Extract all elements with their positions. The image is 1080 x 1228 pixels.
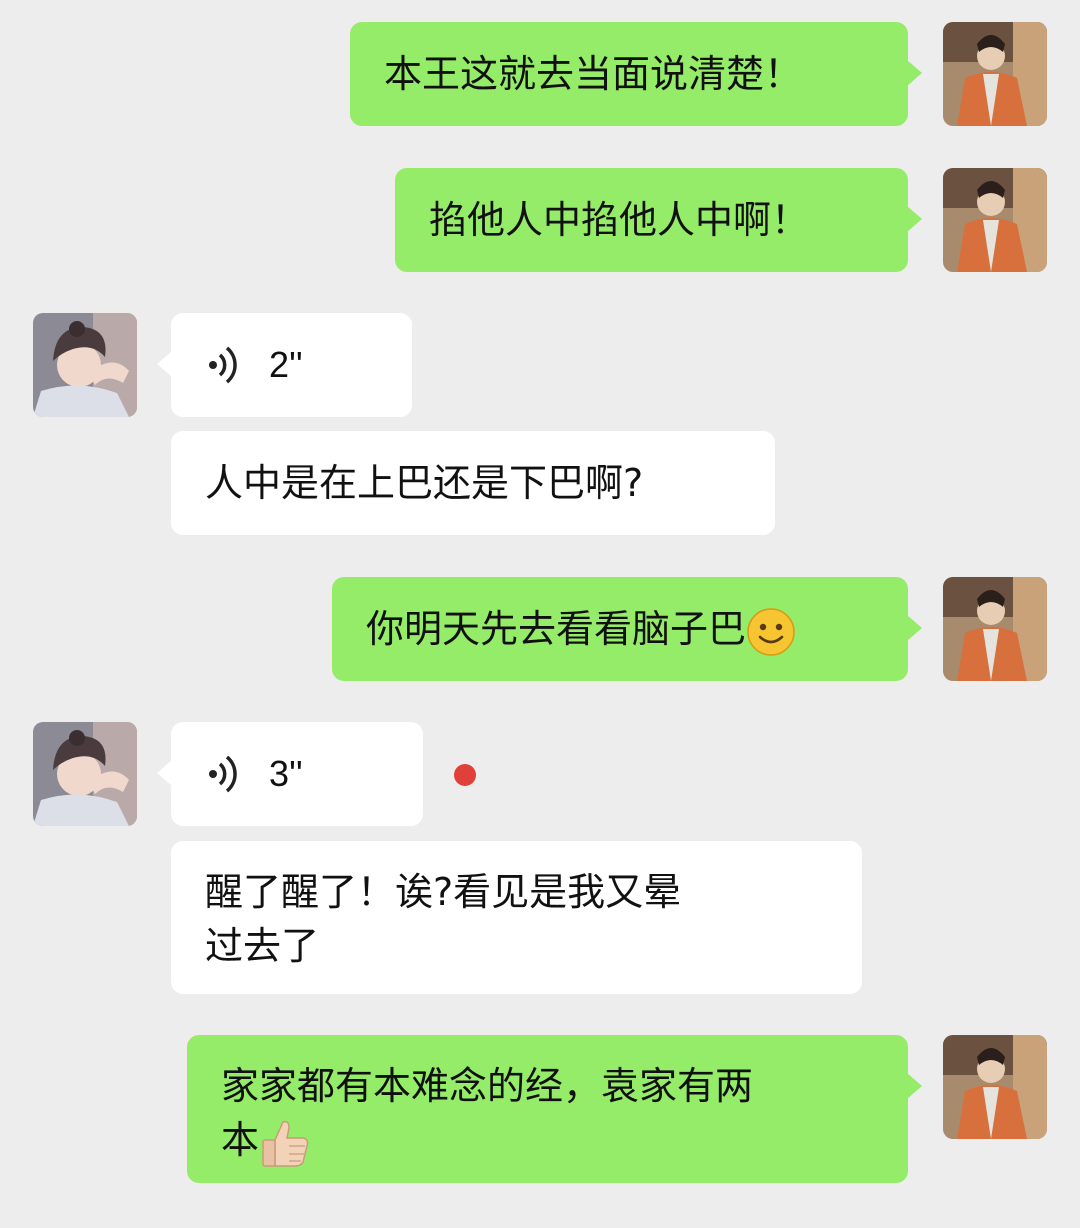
self-avatar[interactable] [943,1035,1047,1139]
message-bubble-incoming[interactable]: 醒了醒了！诶?看见是我又晕 过去了 [171,841,862,994]
message-bubble-incoming[interactable]: 人中是在上巴还是下巴啊? [171,431,775,535]
self-avatar[interactable] [943,168,1047,272]
message-bubble-outgoing[interactable]: 家家都有本难念的经，袁家有两 本 [187,1035,922,1183]
self-avatar[interactable] [943,22,1047,126]
message-text: 本王这就去当面说清楚！ [384,52,803,96]
message-text: 人中是在上巴还是下巴啊? [205,461,644,505]
message-bubble-outgoing[interactable]: 本王这就去当面说清楚！ [350,22,922,126]
contact-avatar[interactable] [33,313,137,417]
contact-avatar[interactable] [33,722,137,826]
message-line: 醒了醒了！诶?看见是我又晕 [205,870,682,914]
message-line: 过去了 [205,924,320,968]
voice-message-bubble[interactable]: 3'' [157,722,423,826]
self-avatar[interactable] [943,577,1047,681]
thumbs-up-emoji [262,1120,309,1167]
unread-indicator [454,764,476,786]
voice-message-bubble[interactable]: 2'' [157,313,412,417]
voice-wave-icon [209,755,237,793]
voice-duration: 2'' [269,344,303,385]
message-text: 你明天先去看看脑子巴 [366,602,908,657]
message-text-content: 你明天先去看看脑子巴 [366,607,747,651]
message-bubble-outgoing[interactable]: 你明天先去看看脑子巴 [332,577,922,681]
message-line: 本 [221,1113,908,1170]
message-line: 家家都有本难念的经，袁家有两 [221,1064,754,1108]
message-bubble-outgoing[interactable]: 掐他人中掐他人中啊！ [395,168,922,272]
voice-duration: 3'' [269,753,303,794]
message-text: 掐他人中掐他人中啊！ [429,198,810,242]
smile-emoji [747,607,795,656]
message-line-content: 本 [221,1118,260,1162]
voice-wave-icon [209,346,237,384]
